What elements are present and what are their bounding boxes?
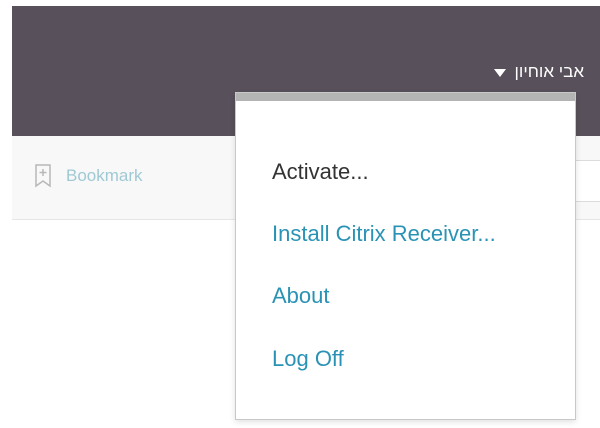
bookmark-plus-icon [35, 164, 51, 188]
menu-item-activate[interactable]: Activate... [272, 159, 369, 185]
bookmark-label: Bookmark [66, 166, 143, 185]
search-box-edge[interactable] [572, 160, 600, 202]
menu-item-about[interactable]: About [272, 283, 330, 309]
user-dropdown-menu: Activate... Install Citrix Receiver... A… [235, 92, 576, 420]
user-name: אבי אוחיון [514, 62, 584, 81]
caret-down-icon [494, 69, 507, 77]
menu-item-log-off[interactable]: Log Off [272, 346, 344, 372]
app-frame: אבי אוחיון Bookmark Activate... Install … [12, 6, 600, 428]
dropdown-top-bar [236, 93, 575, 101]
menu-item-install-citrix-receiver[interactable]: Install Citrix Receiver... [272, 221, 496, 247]
user-menu-toggle[interactable]: אבי אוחיון [494, 62, 584, 82]
bookmark-button[interactable]: Bookmark [34, 164, 143, 188]
